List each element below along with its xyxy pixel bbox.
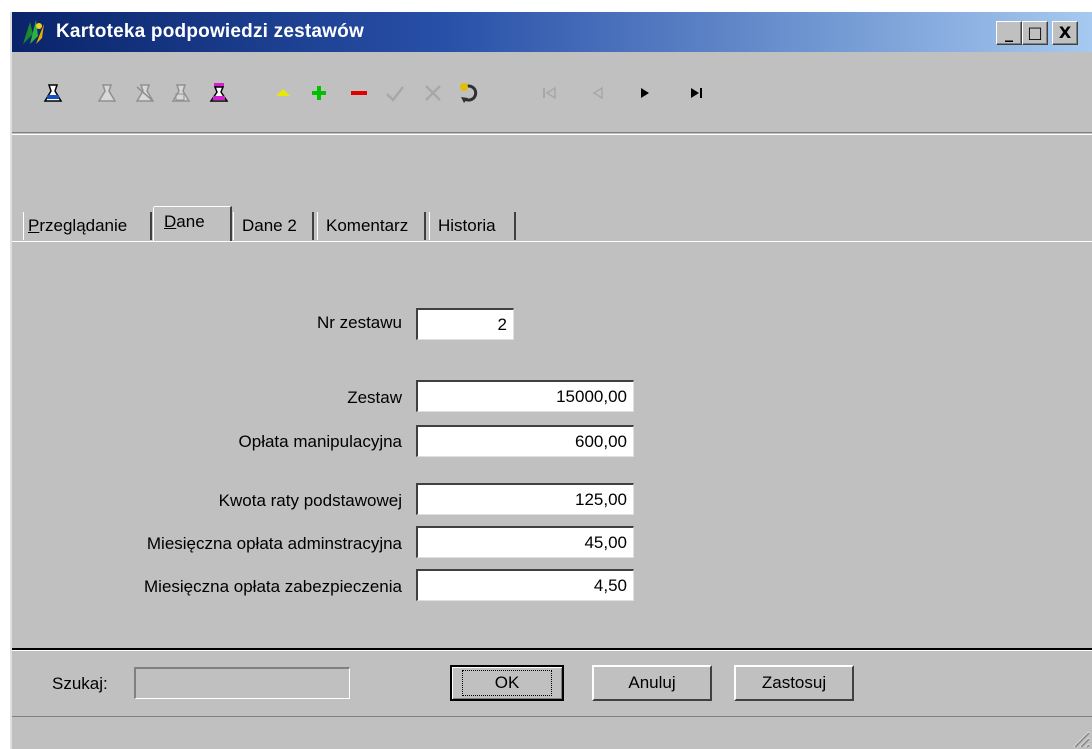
- app-icon: [23, 20, 44, 44]
- oplata-administracyjna-label: Miesięczna opłata adminstracyjna: [146, 534, 402, 553]
- up-arrow-icon[interactable]: [270, 80, 296, 106]
- refresh-icon[interactable]: [456, 80, 482, 106]
- print-preview-icon[interactable]: [132, 80, 158, 106]
- oplata-administracyjna-field[interactable]: 45,00: [416, 526, 634, 558]
- minimize-button[interactable]: _: [996, 21, 1022, 45]
- maximize-button[interactable]: □: [1022, 21, 1048, 45]
- nr-zestawu-label: Nr zestawu: [316, 313, 402, 332]
- tab-dane[interactable]: Dane: [153, 206, 232, 242]
- oplata-manipulacyjna-field[interactable]: 600,00: [416, 425, 634, 457]
- tab-historia[interactable]: Historia: [429, 212, 516, 240]
- print-icon[interactable]: [94, 80, 120, 106]
- oplata-zabezpieczenia-field[interactable]: 4,50: [416, 569, 634, 601]
- oplata-zabezpieczenia-label: Miesięczna opłata zabezpieczenia: [144, 577, 402, 596]
- ok-button[interactable]: OK: [450, 665, 564, 701]
- remove-icon[interactable]: [346, 80, 372, 106]
- nav-last-icon[interactable]: [684, 80, 710, 106]
- confirm-icon[interactable]: [382, 80, 408, 106]
- window-title: Kartoteka podpowiedzi zestawów: [56, 21, 364, 42]
- search-label: Szukaj:: [52, 674, 108, 693]
- cancel-icon[interactable]: [420, 80, 446, 106]
- resize-grip-icon[interactable]: [1070, 728, 1090, 748]
- title-bar[interactable]: Kartoteka podpowiedzi zestawów _ □ X: [12, 12, 1092, 52]
- search-input[interactable]: [134, 667, 350, 699]
- close-button[interactable]: X: [1052, 21, 1078, 45]
- nav-first-icon[interactable]: [536, 80, 562, 106]
- export-icon[interactable]: [168, 80, 194, 106]
- nav-next-icon[interactable]: [632, 80, 658, 106]
- kwota-raty-field[interactable]: 125,00: [416, 483, 634, 515]
- nav-prev-icon[interactable]: [584, 80, 610, 106]
- tab-panel-border: [12, 241, 1092, 242]
- add-icon[interactable]: [306, 80, 332, 106]
- cancel-button[interactable]: Anuluj: [592, 665, 712, 701]
- kwota-raty-label: Kwota raty podstawowej: [218, 491, 402, 510]
- apply-button[interactable]: Zastosuj: [734, 665, 854, 701]
- tab-dane-2[interactable]: Dane 2: [233, 212, 314, 240]
- status-bar: [12, 716, 1092, 749]
- zestaw-field[interactable]: 15000,00: [416, 380, 634, 412]
- toolbar: [12, 52, 1092, 131]
- tab-komentarz[interactable]: Komentarz: [317, 212, 426, 240]
- report-icon[interactable]: [206, 80, 232, 106]
- bottom-divider-highlight: [12, 650, 1092, 651]
- first-record-icon[interactable]: [40, 80, 66, 106]
- oplata-manipulacyjna-label: Opłata manipulacyjna: [238, 432, 402, 451]
- info-panel: [12, 132, 1092, 205]
- zestaw-label: Zestaw: [347, 388, 402, 407]
- nr-zestawu-field[interactable]: 2: [416, 308, 514, 340]
- tab-przegladanie[interactable]: Przeglądanie: [23, 212, 152, 240]
- application-window: Kartoteka podpowiedzi zestawów _ □ X Prz…: [10, 12, 1092, 749]
